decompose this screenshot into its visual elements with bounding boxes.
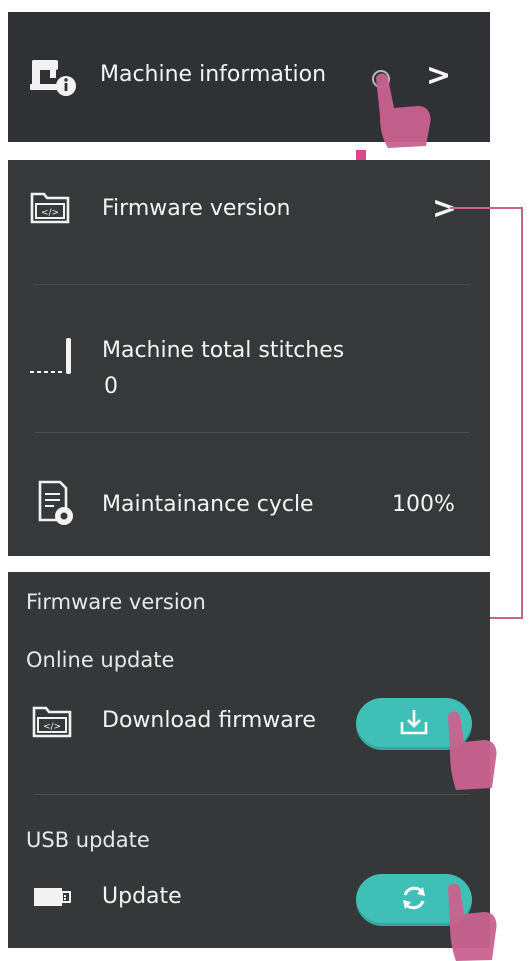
svg-text:</>: </> (43, 722, 61, 732)
usb-update-row: Update (8, 868, 490, 928)
download-firmware-label: Download firmware (102, 708, 316, 733)
firmware-version-label: Firmware version (102, 196, 291, 221)
machine-total-stitches-value: 0 (104, 374, 118, 399)
document-gear-icon (36, 480, 76, 532)
firmware-screen-title: Firmware version (26, 590, 206, 614)
machine-settings-panel: </> Firmware version > Machine total sti… (8, 160, 490, 556)
usb-drive-icon (32, 884, 72, 914)
online-update-section-label: Online update (26, 648, 175, 672)
refresh-icon (399, 883, 429, 917)
folder-code-icon: </> (30, 190, 70, 228)
maintenance-cycle-label: Maintainance cycle (102, 492, 314, 517)
download-icon (399, 708, 429, 740)
hand-pointer-icon (448, 883, 497, 961)
folder-code-icon: </> (32, 704, 72, 742)
machine-information-label: Machine information (100, 62, 327, 87)
machine-total-stitches-label: Machine total stitches (102, 338, 345, 363)
hand-pointer-icon (448, 711, 497, 790)
divider (34, 284, 470, 285)
svg-text:</>: </> (41, 208, 59, 218)
download-firmware-row: </> Download firmware (8, 692, 490, 752)
firmware-version-row[interactable]: </> Firmware version > (8, 180, 490, 240)
divider (34, 794, 470, 795)
divider (34, 432, 470, 433)
firmware-version-panel: Firmware version Online update </> Downl… (8, 572, 490, 948)
maintenance-cycle-row: Maintainance cycle 100% (8, 478, 490, 538)
usb-update-section-label: USB update (26, 828, 150, 852)
hand-pointer-icon (376, 73, 431, 148)
update-label: Update (102, 884, 182, 909)
needle-stitch-icon (28, 336, 78, 384)
connector-line (450, 207, 523, 619)
sewing-machine-info-icon (28, 54, 80, 102)
machine-total-stitches-row: Machine total stitches 0 (8, 328, 490, 408)
